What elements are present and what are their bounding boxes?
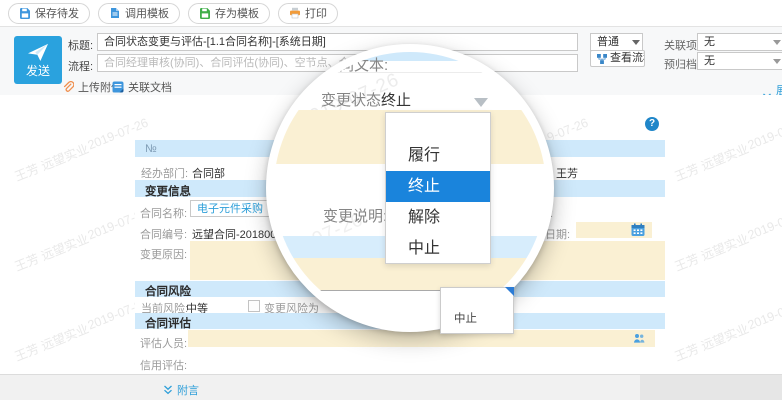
evaluator-row: 评估人员: xyxy=(135,329,665,350)
risk-checkbox[interactable] xyxy=(248,300,260,312)
dropdown-option-selected[interactable]: 终止 xyxy=(386,171,490,202)
postscript-link[interactable]: 附言 xyxy=(163,382,199,398)
mag-divider xyxy=(274,72,546,73)
evaluator-input[interactable] xyxy=(188,330,655,347)
view-flow-label: 查看流程 xyxy=(610,50,645,67)
send-button[interactable]: 发送 xyxy=(14,36,62,84)
priority-caret-icon xyxy=(632,40,640,45)
mag-caret-down-icon[interactable] xyxy=(474,98,488,107)
send-plane-icon xyxy=(27,42,49,62)
title-input[interactable]: 合同状态变更与评估-[1.1合同名称]-[系统日期] xyxy=(97,33,578,51)
save-icon xyxy=(19,7,31,19)
load-template-button[interactable]: 调用模板 xyxy=(98,3,180,24)
related-doc-link[interactable]: 关联文档 xyxy=(112,79,172,95)
load-template-icon xyxy=(109,7,121,19)
dropdown-option[interactable]: 履行 xyxy=(386,140,490,171)
save-pending-button[interactable]: 保存待发 xyxy=(8,3,90,24)
mag-status-label: 变更状态: xyxy=(321,89,385,110)
dropdown-option[interactable]: 解除 xyxy=(386,202,490,233)
save-pending-label: 保存待发 xyxy=(35,5,79,21)
evaluator-label: 评估人员: xyxy=(140,335,187,351)
related-project-select[interactable]: 无 xyxy=(697,33,782,51)
dropdown-option[interactable]: 中止 xyxy=(386,233,490,264)
status-dropdown-peek[interactable]: 中止 xyxy=(440,287,514,334)
mag-status-value[interactable]: 终止 xyxy=(381,89,411,110)
selected-corner-icon xyxy=(505,287,514,296)
save-template-label: 存为模板 xyxy=(215,5,259,21)
credit-label: 信用评估: xyxy=(140,357,187,373)
app-window: 保存待发 调用模板 存为模板 打印 发送 标题: 合同状态变更与评估-[1.1合… xyxy=(0,0,782,400)
prearchive-select[interactable]: 无 xyxy=(697,52,782,70)
save-template-button[interactable]: 存为模板 xyxy=(188,3,270,24)
form-number: № xyxy=(145,143,157,155)
priority-value: 普通 xyxy=(597,36,619,48)
footer-bar: 附言 xyxy=(0,374,782,400)
help-icon[interactable]: ? xyxy=(645,117,659,131)
title-label: 标题: xyxy=(68,37,93,53)
dept-value: 合同部 xyxy=(192,165,225,181)
people-icon[interactable] xyxy=(633,333,645,344)
mag-contract-text-label: 合同文本: xyxy=(324,54,388,75)
view-flow-icon xyxy=(597,54,607,64)
send-label: 发送 xyxy=(26,62,50,79)
mag-note-label: 变更说明: xyxy=(323,205,387,226)
related-project-value: 无 xyxy=(704,36,715,48)
save-template-icon xyxy=(199,7,211,19)
postscript-label: 附言 xyxy=(177,382,199,398)
print-icon xyxy=(289,7,301,19)
status-dropdown: 履行 终止 解除 中止 xyxy=(385,112,491,264)
print-button[interactable]: 打印 xyxy=(278,3,338,24)
flow-label: 流程: xyxy=(68,58,93,74)
change-reason-label: 变更原因: xyxy=(140,246,187,262)
chevron-double-down-icon xyxy=(163,385,173,395)
footer-right-panel xyxy=(640,375,782,400)
paperclip-icon xyxy=(62,81,74,93)
print-label: 打印 xyxy=(305,5,327,21)
prearchive-value: 无 xyxy=(704,55,715,67)
mag-blue-band xyxy=(274,52,546,61)
prearchive-caret-icon xyxy=(773,59,781,64)
calendar-icon[interactable] xyxy=(631,223,645,237)
toolbar: 保存待发 调用模板 存为模板 打印 xyxy=(0,0,782,27)
credit-row: 信用评估: xyxy=(135,350,665,374)
linked-doc-icon xyxy=(112,81,124,93)
handler-value: 王芳 xyxy=(556,165,578,181)
related-project-caret-icon xyxy=(773,40,781,45)
load-template-label: 调用模板 xyxy=(125,5,169,21)
related-doc-label: 关联文档 xyxy=(128,79,172,95)
contract-name-label: 合同名称: xyxy=(140,205,187,221)
dept-label: 经办部门: xyxy=(141,165,188,181)
view-flow-button[interactable]: 查看流程 xyxy=(590,50,645,67)
peek-option[interactable]: 中止 xyxy=(454,310,477,326)
